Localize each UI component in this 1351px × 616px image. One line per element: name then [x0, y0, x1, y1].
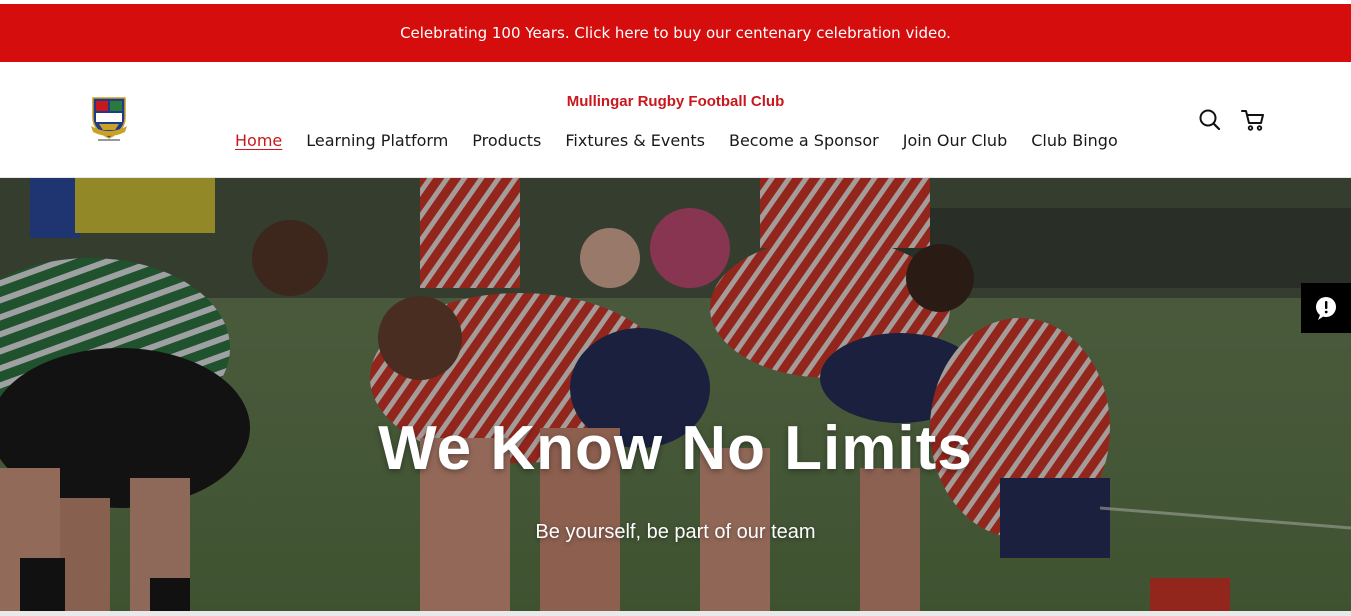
hero-banner: We Know No Limits Be yourself, be part o… — [0, 178, 1351, 616]
nav-learning-platform[interactable]: Learning Platform — [306, 131, 448, 150]
nav-club-bingo[interactable]: Club Bingo — [1031, 131, 1118, 150]
hero-title: We Know No Limits — [378, 414, 973, 483]
main-nav: Home Learning Platform Products Fixtures… — [235, 131, 1118, 150]
hero-subtitle: Be yourself, be part of our team — [535, 521, 816, 543]
nav-join-club[interactable]: Join Our Club — [903, 131, 1008, 150]
announcement-bar[interactable]: Celebrating 100 Years. Click here to buy… — [0, 4, 1351, 62]
chat-alert-icon[interactable] — [1301, 283, 1351, 333]
nav-products[interactable]: Products — [472, 131, 541, 150]
search-icon[interactable] — [1197, 107, 1223, 133]
site-title[interactable]: Mullingar Rugby Football Club — [0, 93, 1351, 110]
bottom-strip — [0, 611, 1351, 616]
nav-become-sponsor[interactable]: Become a Sponsor — [729, 131, 879, 150]
nav-fixtures-events[interactable]: Fixtures & Events — [565, 131, 705, 150]
cart-icon[interactable] — [1240, 107, 1266, 133]
hero-photo — [0, 178, 1351, 616]
page: Celebrating 100 Years. Click here to buy… — [0, 0, 1351, 616]
nav-home[interactable]: Home — [235, 131, 282, 150]
site-header: Mullingar Rugby Football Club Home Learn… — [0, 62, 1351, 178]
